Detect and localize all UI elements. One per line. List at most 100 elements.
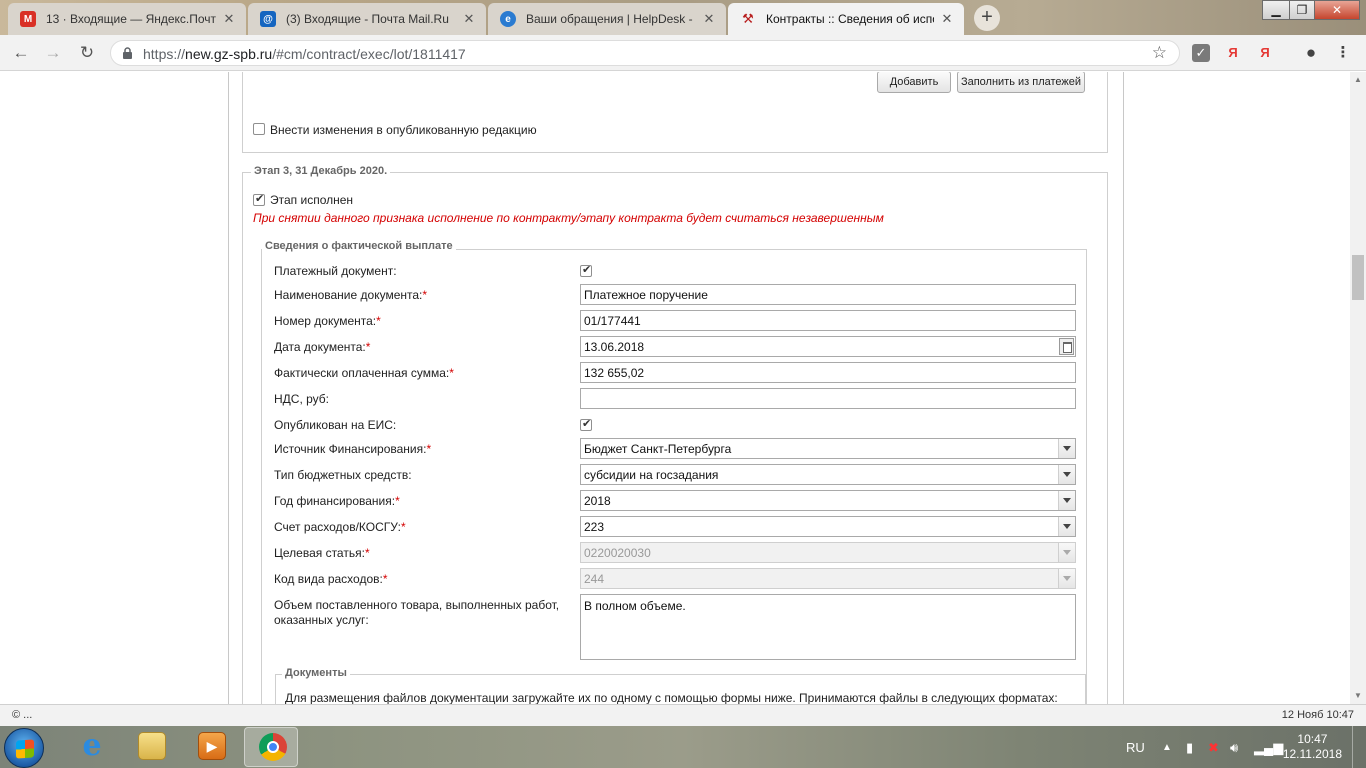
tab-yandex-mail[interactable]: M 13 · Входящие — Яндекс.Почта ✕ (8, 3, 246, 35)
budget-type-select[interactable]: субсидии на госзадания (580, 464, 1076, 485)
minimize-button[interactable]: ▁ (1262, 0, 1290, 20)
doc-number-input[interactable]: 01/177441 (580, 310, 1076, 331)
target-value: 0220020030 (584, 546, 651, 560)
url-host: new.gz-spb.ru (185, 46, 273, 62)
extension-icon[interactable]: ✓ (1192, 44, 1210, 62)
edit-published-label: Внести изменения в опубликованную редакц… (270, 123, 537, 137)
account-value: 223 (584, 520, 605, 534)
window-close-button[interactable]: ✕ (1314, 0, 1360, 20)
account-select[interactable]: 223 (580, 516, 1076, 537)
doc-date-label: Дата документа:* (274, 340, 370, 354)
browser-tab-strip: M 13 · Входящие — Яндекс.Почта ✕ @ (3) В… (0, 0, 1366, 35)
scroll-up-icon[interactable]: ▲ (1350, 72, 1366, 88)
required-mark: * (422, 288, 428, 302)
new-tab-button[interactable]: + (974, 5, 1000, 31)
bookmark-star-icon[interactable]: ☆ (1152, 43, 1167, 63)
vat-input[interactable] (580, 388, 1076, 409)
close-icon[interactable]: ✕ (462, 11, 476, 27)
payment-doc-checkbox[interactable] (580, 263, 592, 277)
source-label-text: Источник Финансирования: (274, 442, 427, 456)
chevron-down-icon (1058, 543, 1075, 562)
paid-sum-label: Фактически оплаченная сумма:* (274, 366, 454, 380)
volume-label-line1: Объем поставленного товара, выполненных … (274, 598, 560, 612)
lock-icon (123, 47, 132, 59)
page-scrollbar[interactable]: ▲ ▼ (1350, 72, 1366, 704)
yandex-extension-icon[interactable]: Я (1224, 44, 1242, 62)
stage-warning-text: При снятии данного признака исполнение п… (253, 211, 884, 225)
stage-done-checkbox[interactable] (253, 192, 265, 206)
reload-button[interactable]: ↻ (76, 42, 98, 64)
source-select[interactable]: Бюджет Санкт-Петербурга (580, 438, 1076, 459)
taskbar-media[interactable]: ▶ (184, 727, 238, 767)
system-tray: RU ▲ ▮ ✖ 🔊︎ ▂▄▆ 10:47 12.11.2018 (1116, 726, 1366, 768)
scroll-thumb[interactable] (1352, 255, 1364, 300)
paid-sum-label-text: Фактически оплаченная сумма: (274, 366, 450, 380)
menu-kebab-icon[interactable]: ⋮ (1334, 44, 1352, 62)
network-error-icon[interactable]: ✖ (1208, 740, 1219, 756)
tab-helpdesk[interactable]: e Ваши обращения | HelpDesk - с ✕ (488, 3, 726, 35)
start-button[interactable] (4, 728, 44, 768)
address-bar[interactable]: https://new.gz-spb.ru/#cm/contract/exec/… (110, 40, 1180, 66)
account-label-text: Счет расходов/КОСГУ: (274, 520, 401, 534)
payment-doc-label: Платежный документ: (274, 264, 397, 278)
chevron-down-icon (1058, 517, 1075, 536)
taskbar-explorer[interactable] (124, 727, 178, 767)
doc-date-label-text: Дата документа: (274, 340, 366, 354)
battery-icon[interactable]: ▮ (1186, 740, 1193, 756)
close-icon[interactable]: ✕ (702, 11, 716, 27)
restore-button[interactable]: ❐ (1289, 0, 1315, 20)
status-text: © ... (12, 709, 33, 721)
paid-sum-input[interactable]: 132 655,02 (580, 362, 1076, 383)
vat-label: НДС, руб: (274, 392, 330, 406)
taskbar-ie[interactable]: e (64, 727, 118, 767)
content-column: Добавить Заполнить из платежей Внести из… (228, 72, 1124, 704)
signal-icon[interactable]: ▂▄▆ (1254, 740, 1283, 756)
doc-number-label-text: Номер документа: (274, 314, 377, 328)
year-label: Год финансирования:* (274, 494, 400, 508)
stage-fieldset: Этап 3, 31 Декабрь 2020. Этап исполнен П… (242, 165, 1108, 704)
chrome-icon (259, 733, 287, 761)
browser-toolbar: ← → ↻ https://new.gz-spb.ru/#cm/contract… (0, 35, 1366, 71)
chevron-down-icon (1058, 465, 1075, 484)
yandex-bar-icon[interactable]: Я (1256, 44, 1274, 62)
windows-taskbar: e ▶ RU ▲ ▮ ✖ 🔊︎ ▂▄▆ 10:47 12.11.2018 (0, 726, 1366, 768)
show-desktop-button[interactable] (1352, 726, 1366, 768)
language-indicator[interactable]: RU (1126, 740, 1145, 755)
edit-published-checkbox[interactable] (253, 123, 265, 135)
required-mark: * (426, 442, 432, 456)
doc-name-input[interactable]: Платежное поручение (580, 284, 1076, 305)
published-checkbox[interactable] (580, 417, 592, 431)
target-label: Целевая статья:* (274, 546, 370, 560)
volume-icon[interactable]: 🔊︎ (1230, 740, 1238, 756)
year-select[interactable]: 2018 (580, 490, 1076, 511)
doc-date-value: 13.06.2018 (584, 340, 645, 354)
scroll-down-icon[interactable]: ▼ (1350, 688, 1366, 704)
doc-date-input[interactable]: 13.06.2018 (580, 336, 1076, 357)
back-button[interactable]: ← (10, 42, 32, 64)
tray-expand-icon[interactable]: ▲ (1162, 742, 1172, 753)
fill-from-payments-button[interactable]: Заполнить из платежей (957, 72, 1085, 93)
taskbar-clock[interactable]: 10:47 12.11.2018 (1283, 732, 1342, 762)
close-icon[interactable]: ✕ (222, 11, 236, 27)
add-button[interactable]: Добавить (877, 72, 951, 93)
mail-icon: M (20, 11, 36, 27)
stage-done-label: Этап исполнен (270, 193, 354, 207)
doc-number-label: Номер документа:* (274, 314, 381, 328)
tools-icon: ⚒ (742, 11, 754, 26)
tab-mail-ru[interactable]: @ (3) Входящие - Почта Mail.Ru ✕ (248, 3, 486, 35)
chevron-down-icon (1058, 491, 1075, 510)
taskbar-chrome[interactable] (244, 727, 298, 767)
tab-title: 13 · Входящие — Яндекс.Почта (46, 12, 216, 26)
forward-button[interactable]: → (42, 42, 64, 64)
close-icon[interactable]: ✕ (940, 11, 954, 27)
folder-icon (138, 732, 166, 760)
target-select: 0220020030 (580, 542, 1076, 563)
volume-textarea[interactable]: В полном объеме. (580, 594, 1076, 660)
tab-contracts[interactable]: ⚒ Контракты :: Сведения об испо ✕ (728, 3, 964, 35)
year-value: 2018 (584, 494, 611, 508)
tab-title: Ваши обращения | HelpDesk - с (526, 12, 696, 26)
expense-code-select: 244 (580, 568, 1076, 589)
calendar-icon[interactable] (1059, 338, 1074, 355)
expense-code-label: Код вида расходов:* (274, 572, 388, 586)
profile-icon[interactable]: ● (1302, 44, 1320, 62)
